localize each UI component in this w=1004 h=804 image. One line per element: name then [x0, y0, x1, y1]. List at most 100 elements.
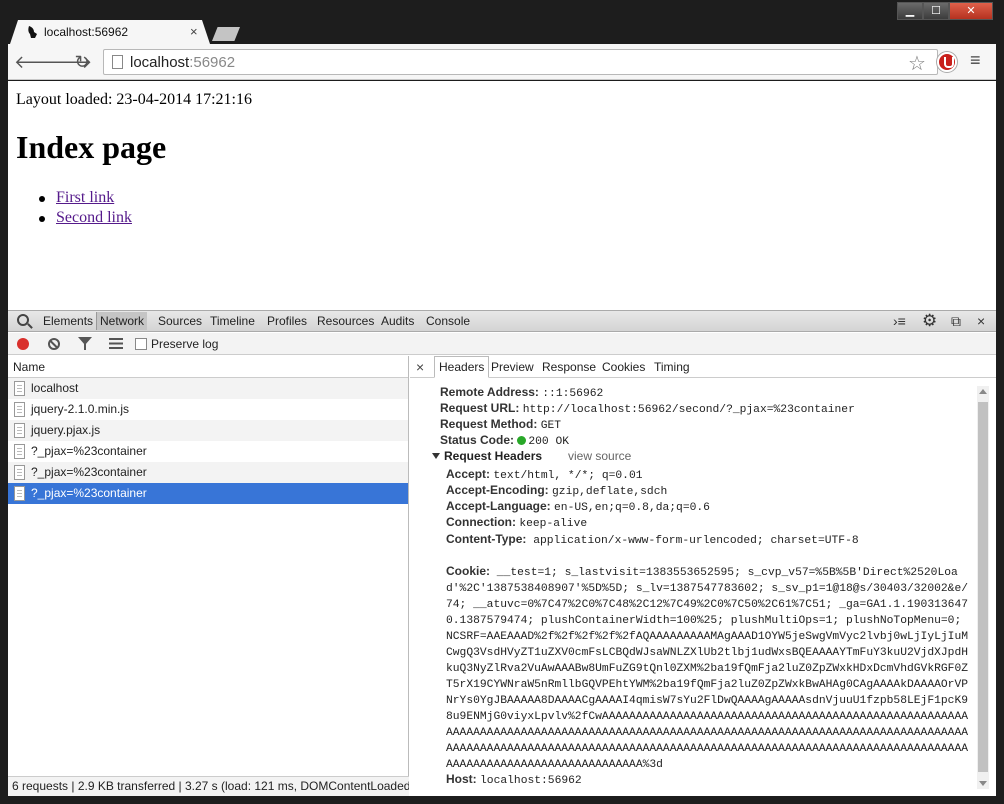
cookie-row: Cookie: __test=1; s_lastvisit=1383553652…: [446, 563, 970, 773]
first-link[interactable]: First link: [56, 189, 114, 206]
name-column-header[interactable]: Name: [8, 356, 408, 378]
maximize-button[interactable]: ☐: [923, 2, 949, 20]
request-name: ?_pjax=%23container: [31, 486, 147, 500]
window-controls: ▁ ☐ ✕: [897, 2, 993, 20]
header-label: Accept-Language:: [446, 499, 551, 513]
header-label: Cookie:: [446, 564, 491, 578]
disclosure-triangle-icon: [432, 453, 440, 459]
console-drawer-icon[interactable]: ›≡: [893, 313, 906, 329]
settings-gear-icon[interactable]: ⚙: [922, 311, 937, 331]
network-toolbar: Preserve log: [8, 333, 996, 355]
page-icon: [112, 55, 123, 69]
browser-toolbar: 🡐 🡒 ↻ localhost:56962 ☆ ≡: [8, 44, 996, 80]
tab-preview[interactable]: Preview: [491, 360, 534, 374]
table-row[interactable]: ?_pjax=%23container: [8, 441, 408, 462]
status-ok-icon: [517, 436, 527, 445]
header-value: 200 OK: [528, 436, 570, 448]
title-bar: ▁ ☐ ✕ localhost:56962 ×: [0, 0, 1004, 44]
power-extension-icon[interactable]: [937, 52, 957, 72]
table-row[interactable]: ?_pjax=%23container: [8, 462, 408, 483]
back-arrow-icon[interactable]: 🡐: [14, 52, 62, 72]
table-row-selected[interactable]: ?_pjax=%23container: [8, 483, 408, 504]
host-row: Host: localhost:56962: [446, 772, 582, 787]
page-heading: Index page: [16, 129, 167, 165]
chrome-menu-icon[interactable]: ≡: [970, 50, 981, 71]
layout-loaded-text: Layout loaded: 23-04-2014 17:21:16: [16, 91, 252, 108]
table-row[interactable]: localhost: [8, 378, 408, 399]
header-label: Status Code:: [440, 433, 515, 447]
url-text[interactable]: localhost:56962: [130, 54, 235, 71]
accept-encoding-row: Accept-Encoding: gzip,deflate,sdch: [446, 483, 667, 498]
request-name: jquery-2.1.0.min.js: [31, 402, 130, 416]
header-value: __test=1; s_lastvisit=1383553652595; s_c…: [446, 567, 969, 771]
bookmark-star-icon[interactable]: ☆: [908, 51, 926, 76]
header-value: gzip,deflate,sdch: [552, 486, 668, 498]
header-label: Request Method:: [440, 417, 538, 431]
tab-profiles[interactable]: Profiles: [267, 314, 307, 328]
table-row[interactable]: jquery-2.1.0.min.js: [8, 399, 408, 420]
tab-response[interactable]: Response: [542, 360, 596, 374]
header-label: Host:: [446, 772, 477, 786]
url-port: :56962: [189, 54, 236, 71]
document-icon: [14, 402, 25, 417]
preserve-log-checkbox[interactable]: [135, 338, 147, 350]
forward-arrow-icon[interactable]: 🡒: [44, 52, 92, 72]
tab-timing[interactable]: Timing: [654, 360, 690, 374]
header-value: GET: [540, 420, 562, 432]
devtools-panel: Elements Network Sources Timeline Profil…: [8, 310, 996, 796]
request-headers-section[interactable]: Request Headers: [432, 449, 542, 463]
detail-tab-bar: × Headers Preview Response Cookies Timin…: [410, 356, 996, 378]
scroll-up-arrow-icon[interactable]: [979, 389, 987, 394]
tab-elements[interactable]: Elements: [43, 314, 93, 328]
dock-icon[interactable]: ⧉: [951, 313, 961, 330]
minimize-button[interactable]: ▁: [897, 2, 923, 20]
tab-resources[interactable]: Resources: [317, 314, 374, 328]
second-link[interactable]: Second link: [56, 209, 132, 226]
tab-title: localhost:56962: [44, 25, 129, 39]
document-icon: [14, 444, 25, 459]
view-source-link[interactable]: view source: [568, 449, 631, 463]
accept-language-row: Accept-Language: en-US,en;q=0.8,da;q=0.6: [446, 499, 710, 514]
reload-icon[interactable]: ↻: [72, 52, 92, 72]
tab-console[interactable]: Console: [426, 314, 470, 328]
request-name: jquery.pjax.js: [31, 423, 101, 437]
tab-audits[interactable]: Audits: [381, 314, 414, 328]
tab-close-icon[interactable]: ×: [190, 24, 198, 39]
list-item: Second link: [36, 209, 132, 229]
header-value: en-US,en;q=0.8,da;q=0.6: [554, 502, 710, 514]
new-tab-button[interactable]: [212, 27, 240, 41]
tab-headers[interactable]: Headers: [434, 356, 490, 378]
clear-icon[interactable]: [48, 338, 60, 350]
header-label: Content-Type:: [446, 532, 527, 546]
detail-close-icon[interactable]: ×: [416, 359, 424, 375]
close-window-button[interactable]: ✕: [949, 2, 993, 20]
address-bar[interactable]: localhost:56962 ☆: [103, 49, 938, 75]
tab-cookies[interactable]: Cookies: [602, 360, 645, 374]
header-value: ::1:56962: [542, 388, 604, 400]
tab-timeline[interactable]: Timeline: [210, 314, 255, 328]
header-value: keep-alive: [519, 518, 588, 530]
devtools-close-icon[interactable]: ×: [977, 313, 985, 329]
browser-tab[interactable]: localhost:56962 ×: [10, 20, 210, 44]
header-label: Accept:: [446, 467, 491, 481]
tab-sources[interactable]: Sources: [158, 314, 202, 328]
document-icon: [14, 486, 25, 501]
header-value: text/html, */*; q=0.01: [493, 470, 643, 482]
record-icon[interactable]: [17, 338, 29, 350]
page-viewport: Layout loaded: 23-04-2014 17:21:16 Index…: [8, 81, 996, 310]
table-row[interactable]: jquery.pjax.js: [8, 420, 408, 441]
scroll-down-arrow-icon[interactable]: [979, 781, 987, 786]
tab-network[interactable]: Network: [96, 312, 148, 330]
remote-address-row: Remote Address: ::1:56962: [440, 385, 603, 400]
header-value: localhost:56962: [480, 775, 582, 787]
request-list: Name localhost jquery-2.1.0.min.js jquer…: [8, 356, 409, 796]
section-title: Request Headers: [444, 449, 543, 463]
request-name: localhost: [31, 381, 79, 395]
filter-icon[interactable]: [78, 337, 92, 350]
inspect-search-icon[interactable]: [17, 314, 29, 326]
list-item: First link: [36, 189, 132, 209]
large-rows-icon[interactable]: [109, 338, 123, 349]
browser-window: ▁ ☐ ✕ localhost:56962 × 🡐 🡒 ↻ localhost:…: [0, 0, 1004, 804]
scroll-thumb[interactable]: [978, 402, 988, 772]
headers-scrollbar[interactable]: [977, 386, 989, 789]
